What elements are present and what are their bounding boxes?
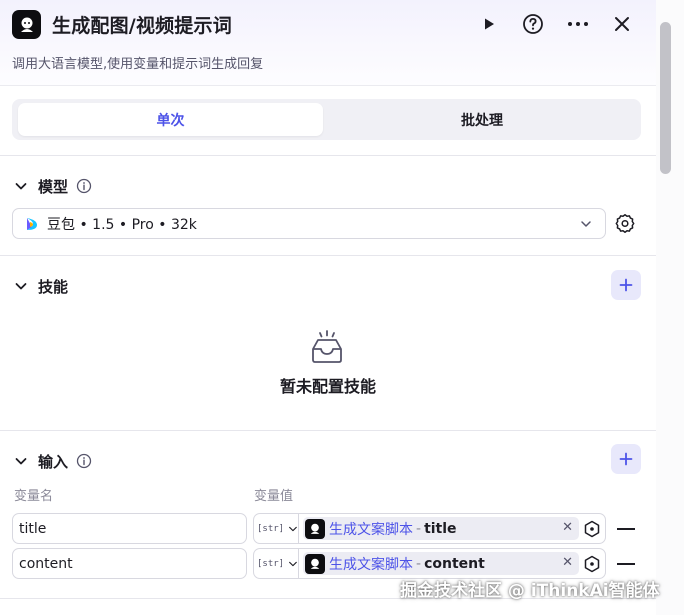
node-logo-icon: [305, 518, 325, 539]
chevron-down-icon[interactable]: [14, 279, 28, 293]
plus-icon: [619, 452, 633, 466]
info-icon[interactable]: [76, 178, 92, 194]
tab-single[interactable]: 单次: [18, 103, 323, 136]
variable-type-label: [str]: [257, 558, 285, 569]
scrollbar-thumb[interactable]: [660, 22, 671, 174]
divider: [0, 430, 656, 431]
remove-variable-button[interactable]: [617, 528, 635, 530]
variable-type-select[interactable]: [str]: [253, 548, 299, 579]
reference-separator: -: [416, 520, 422, 537]
model-name: 豆包 • 1.5 • Pro • 32k: [47, 216, 197, 233]
chevron-down-icon: [289, 561, 297, 566]
skills-section-title: 技能: [38, 277, 69, 296]
chevron-down-icon: [581, 221, 591, 227]
divider: [0, 155, 656, 156]
variable-picker-icon[interactable]: [583, 555, 601, 573]
variable-type-label: [str]: [257, 523, 285, 534]
model-section-header[interactable]: 模型: [14, 174, 92, 198]
tab-batch[interactable]: 批处理: [329, 103, 635, 136]
remove-variable-button[interactable]: [617, 563, 635, 565]
variable-name-input[interactable]: title: [12, 513, 247, 544]
variable-reference-tag: 生成文案脚本 - title ✕: [303, 517, 579, 540]
info-icon[interactable]: [76, 453, 92, 469]
add-skill-button[interactable]: [611, 270, 641, 300]
variable-reference-tag: 生成文案脚本 - content ✕: [303, 552, 579, 575]
chevron-down-icon[interactable]: [14, 454, 28, 468]
node-config-panel: 生成配图/视频提示词 调用大语言模型,使用变量和提示词生成回复 单次 批处理 模…: [0, 0, 656, 615]
variable-picker-icon[interactable]: [583, 520, 601, 538]
run-icon[interactable]: [476, 11, 502, 37]
input-section-title: 输入: [38, 452, 69, 471]
panel-header: 生成配图/视频提示词 调用大语言模型,使用变量和提示词生成回复: [0, 0, 656, 86]
clear-reference-icon[interactable]: ✕: [562, 520, 573, 535]
divider: [0, 255, 656, 256]
skills-empty-text: 暂未配置技能: [279, 377, 376, 396]
variable-name-input[interactable]: content: [12, 548, 247, 579]
variable-value-field[interactable]: 生成文案脚本 - content ✕: [298, 548, 606, 579]
panel-title: 生成配图/视频提示词: [52, 15, 232, 37]
skills-section-header[interactable]: 技能: [14, 274, 68, 298]
reference-variable: title: [424, 520, 457, 537]
help-icon[interactable]: [520, 11, 546, 37]
panel-subtitle: 调用大语言模型,使用变量和提示词生成回复: [12, 57, 264, 72]
chevron-down-icon: [289, 526, 297, 531]
variable-value-field[interactable]: 生成文案脚本 - title ✕: [298, 513, 606, 544]
model-select[interactable]: 豆包 • 1.5 • Pro • 32k: [12, 208, 606, 239]
column-label-name: 变量名: [14, 489, 54, 504]
doubao-logo-icon: [27, 217, 37, 230]
reference-source-node: 生成文案脚本: [329, 521, 413, 538]
empty-inbox-icon: [308, 330, 346, 368]
variable-type-select[interactable]: [str]: [253, 513, 299, 544]
input-section-header[interactable]: 输入: [14, 449, 92, 473]
clear-reference-icon[interactable]: ✕: [562, 555, 573, 570]
run-mode-tabs: 单次 批处理: [12, 99, 641, 140]
watermark-text: 掘金技术社区 @ iThinkAi智能体: [400, 581, 660, 601]
node-logo-icon: [305, 553, 325, 574]
node-logo-icon: [12, 10, 41, 39]
model-settings-gear-icon[interactable]: [615, 213, 635, 237]
plus-icon: [619, 278, 633, 292]
reference-source-node: 生成文案脚本: [329, 556, 413, 573]
add-input-button[interactable]: [611, 444, 641, 474]
more-icon[interactable]: [565, 11, 591, 37]
reference-separator: -: [416, 555, 422, 572]
column-label-value: 变量值: [254, 489, 294, 504]
model-section-title: 模型: [38, 177, 69, 196]
close-icon[interactable]: [609, 11, 635, 37]
chevron-down-icon[interactable]: [14, 179, 28, 193]
reference-variable: content: [424, 555, 485, 572]
